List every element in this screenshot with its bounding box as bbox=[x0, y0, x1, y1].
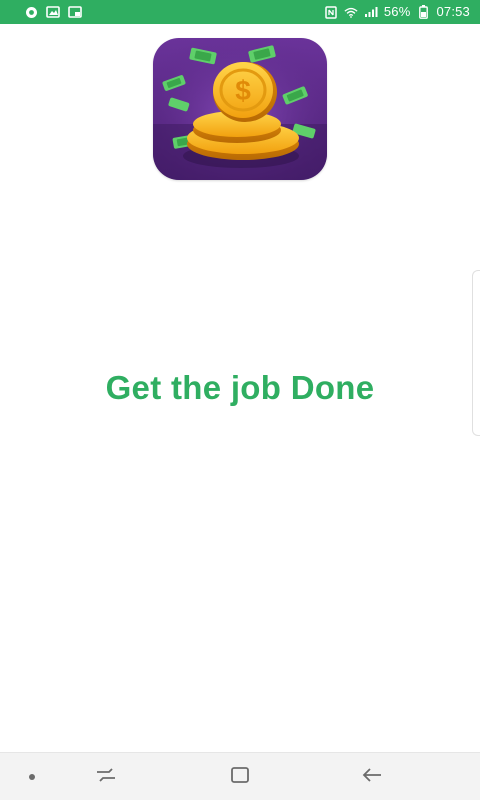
status-right-icons: 56% 07:53 bbox=[324, 0, 470, 24]
nfc-icon bbox=[324, 5, 338, 19]
recents-icon bbox=[95, 766, 117, 789]
status-time: 07:53 bbox=[436, 4, 470, 19]
home-button[interactable] bbox=[216, 753, 264, 801]
home-icon bbox=[230, 765, 250, 790]
coins-money-icon: $ bbox=[153, 38, 327, 180]
image-icon bbox=[46, 5, 60, 19]
status-bar: 56% 07:53 bbox=[0, 0, 480, 24]
battery-percent: 56% bbox=[383, 4, 411, 19]
navigation-bar bbox=[0, 752, 480, 800]
wifi-icon bbox=[344, 5, 358, 19]
notification-icon bbox=[24, 5, 38, 19]
nav-dot-button[interactable] bbox=[14, 753, 50, 801]
edge-panel-handle[interactable] bbox=[472, 270, 480, 436]
back-icon bbox=[361, 766, 383, 789]
cast-icon bbox=[68, 5, 82, 19]
tagline-text: Get the job Done bbox=[105, 369, 375, 406]
status-left-icons bbox=[24, 5, 82, 19]
back-button[interactable] bbox=[348, 753, 396, 801]
dot-icon bbox=[28, 768, 36, 786]
battery-icon bbox=[416, 5, 430, 19]
svg-text:$: $ bbox=[235, 75, 251, 106]
recents-button[interactable] bbox=[82, 753, 130, 801]
signal-icon bbox=[364, 5, 378, 19]
